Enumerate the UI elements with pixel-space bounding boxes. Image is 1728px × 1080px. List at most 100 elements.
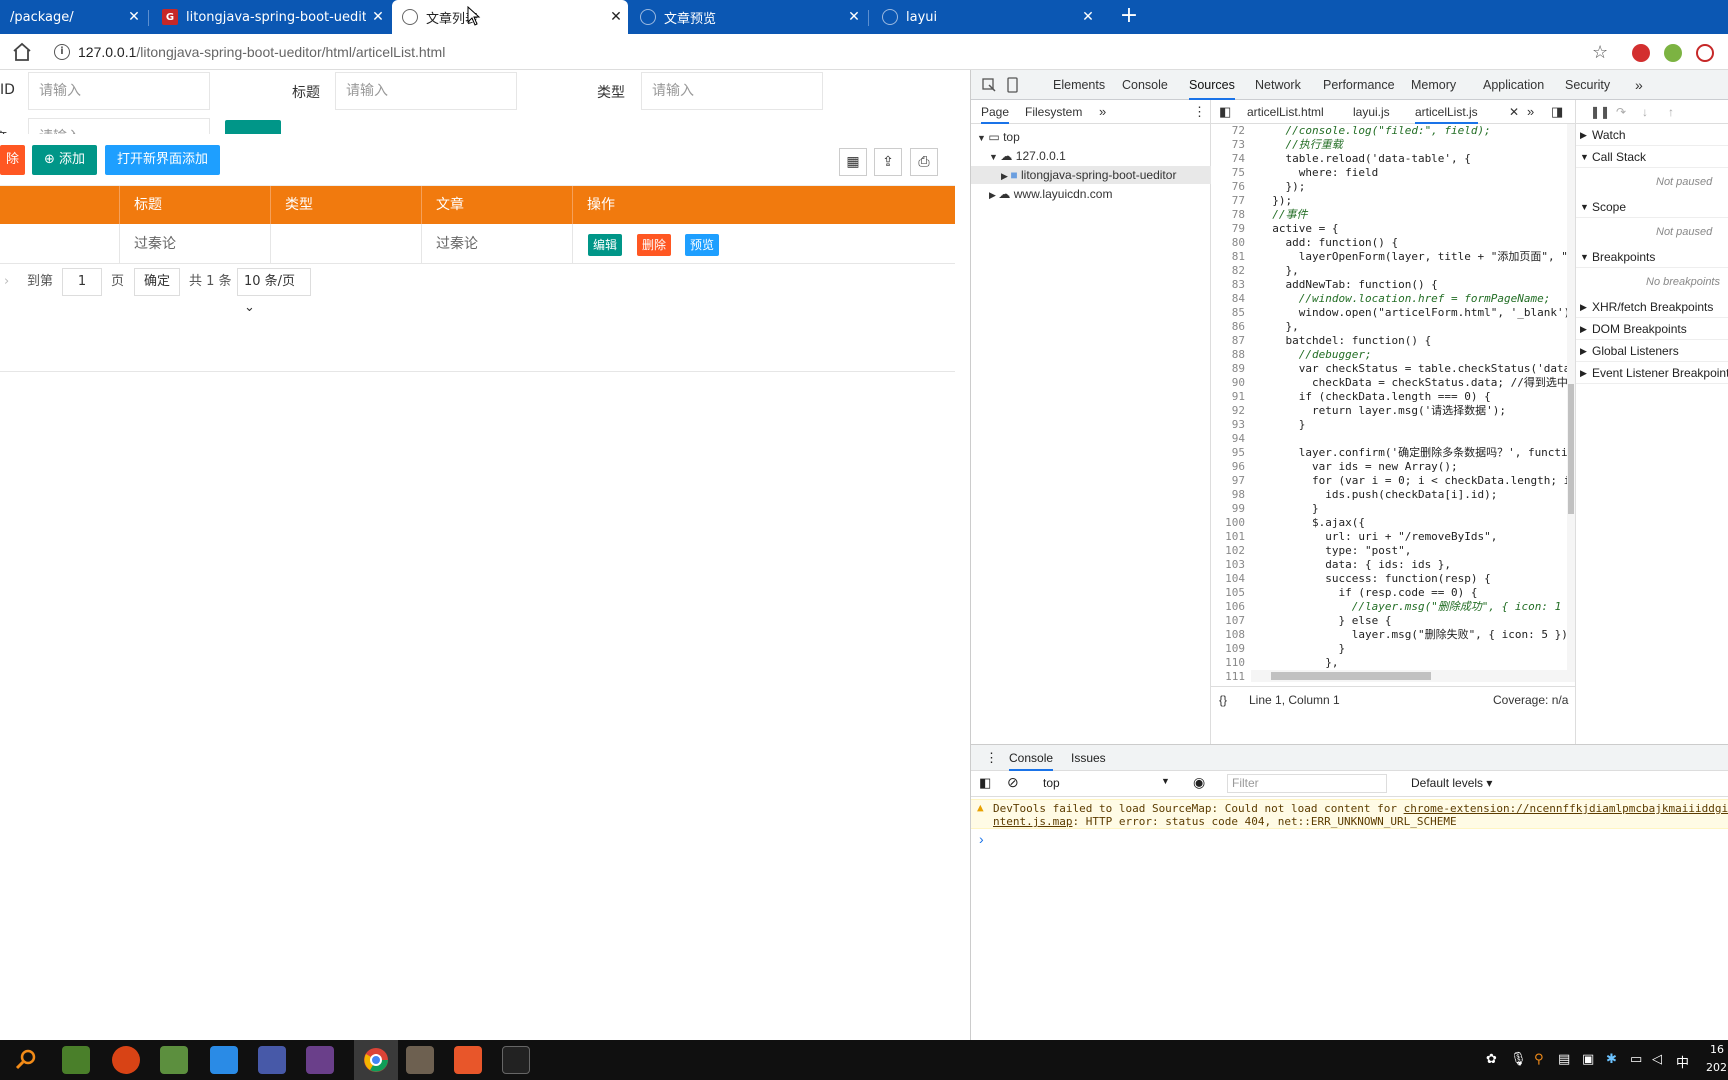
pretty-print-icon[interactable]: {} [1219,687,1227,713]
page-number-input[interactable]: 1 [62,268,102,296]
terminal-app-icon[interactable] [502,1046,530,1074]
tray-app-icon[interactable]: ▤ [1558,1052,1570,1067]
columns-filter-icon[interactable]: ▦ [839,148,867,176]
clock-date[interactable]: 202 [1706,1061,1727,1074]
id-input[interactable]: 请输入 [28,72,210,110]
tray-search-icon[interactable]: ⚲ [1534,1052,1544,1067]
call-stack-section[interactable]: ▼ Call Stack [1576,146,1728,168]
more-tabs-icon[interactable]: » [1527,100,1534,124]
type-input[interactable]: 请输入 [641,72,823,110]
toggle-navigator-icon[interactable]: ◧ [1219,100,1231,124]
browser-tab-package[interactable]: /package/ ✕ [0,0,146,34]
line-number[interactable]: 101 [1211,530,1251,544]
tree-item-host[interactable]: ▼ ☁ 127.0.0.1 [989,147,1066,165]
close-icon[interactable]: ✕ [366,9,390,25]
table-row[interactable]: 过秦论 过秦论 编辑 删除 预览 [0,224,955,264]
column-header-type[interactable]: 类型 [271,186,422,224]
step-over-icon[interactable]: ↷ [1616,100,1626,124]
dolphin-app-icon[interactable] [258,1046,286,1074]
navigator-tab-filesystem[interactable]: Filesystem [1025,100,1082,124]
pause-icon[interactable]: ❚❚ [1590,100,1610,124]
line-number[interactable]: 74 [1211,152,1251,166]
watch-section[interactable]: ▶ Watch [1576,124,1728,146]
browser-tab-article-preview[interactable]: 文章预览 ✕ [630,0,866,34]
add-button[interactable]: ⊕ 添加 [32,145,98,175]
devtools-tab-memory[interactable]: Memory [1411,70,1456,100]
bookmark-star-icon[interactable]: ☆ [1592,42,1608,63]
microphone-icon[interactable]: 🎙 [1510,1052,1527,1067]
line-number[interactable]: 76 [1211,180,1251,194]
editor-tab-layui[interactable]: layui.js [1353,100,1390,124]
drawer-tab-console[interactable]: Console [1009,745,1054,771]
adblock-extension-icon[interactable] [1632,44,1650,62]
line-number[interactable]: 103 [1211,558,1251,572]
line-number[interactable]: 102 [1211,544,1251,558]
editor-tab-html[interactable]: articelList.html [1247,100,1324,124]
line-number[interactable]: 81 [1211,250,1251,264]
line-number[interactable]: 88 [1211,348,1251,362]
devtools-tab-application[interactable]: Application [1483,70,1544,100]
line-number[interactable]: 73 [1211,138,1251,152]
device-toolbar-icon[interactable] [1005,77,1021,93]
line-number[interactable]: 78 [1211,208,1251,222]
browser-tab-layui[interactable]: layui ✕ [872,0,1100,34]
drawer-menu-icon[interactable]: ⋮ [985,750,998,766]
line-number[interactable]: 85 [1211,306,1251,320]
devtools-tab-performance[interactable]: Performance [1323,70,1395,100]
step-out-icon[interactable]: ↑ [1668,100,1674,124]
ime-indicator[interactable]: 中 [1676,1052,1689,1071]
drawer-tab-issues[interactable]: Issues [1071,745,1106,771]
tray-app-icon[interactable]: ▣ [1582,1052,1594,1067]
line-number[interactable]: 84 [1211,292,1251,306]
dom-breakpoints-section[interactable]: ▶ DOM Breakpoints [1576,318,1728,340]
context-select[interactable]: top ▼ [1043,776,1170,790]
warning-link[interactable]: ntent.js.map [993,815,1072,828]
line-number[interactable]: 79 [1211,222,1251,236]
line-number[interactable]: 94 [1211,432,1251,446]
tree-item-top[interactable]: ▼ ▭ top [977,128,1020,146]
export-icon[interactable]: ⇪ [874,148,902,176]
search-icon[interactable] [14,1048,38,1072]
line-number[interactable]: 105 [1211,586,1251,600]
extension-icon[interactable] [1664,44,1682,62]
devtools-tab-network[interactable]: Network [1255,70,1301,100]
warning-link[interactable]: chrome-extension://ncennffkjdiamlpmcbajk… [1404,802,1728,815]
toggle-debugger-icon[interactable]: ◨ [1551,100,1563,124]
tray-app-icon[interactable]: ✿ [1486,1052,1497,1067]
close-icon[interactable]: ✕ [122,9,146,25]
goto-confirm-button[interactable]: 确定 [134,268,180,296]
volume-icon[interactable]: ◁ [1652,1052,1662,1067]
vertical-scrollbar[interactable] [1567,124,1575,682]
line-number[interactable]: 109 [1211,642,1251,656]
editor-tab-js[interactable]: articelList.js [1415,100,1478,124]
line-number[interactable]: 99 [1211,502,1251,516]
line-number[interactable]: 82 [1211,264,1251,278]
next-page-icon[interactable]: › [4,268,9,296]
network-icon[interactable]: ▭ [1630,1052,1642,1067]
console-filter-input[interactable]: Filter [1227,774,1387,793]
code-view[interactable]: 72 73 74 75 76 77 78 79 80 81 82 83 84 85 86 87 88 89 90 91… [1211,124,1567,682]
global-listeners-section[interactable]: ▶ Global Listeners [1576,340,1728,362]
scrollbar-thumb[interactable] [1271,672,1431,680]
snail-app-icon[interactable] [112,1046,140,1074]
more-tabs-icon[interactable]: » [1099,100,1106,124]
eye-icon[interactable]: ◉ [1193,774,1205,791]
line-number[interactable]: 91 [1211,390,1251,404]
extension-icon[interactable] [1696,44,1714,62]
log-levels-select[interactable]: Default levels ▾ [1411,776,1492,790]
close-icon[interactable]: ✕ [1076,9,1100,25]
line-number[interactable]: 87 [1211,334,1251,348]
close-icon[interactable]: ✕ [604,9,628,25]
tree-item-folder[interactable]: ▶ ■ litongjava-spring-boot-ueditor [971,166,1211,184]
delete-button[interactable]: 删除 [637,234,672,256]
column-header-title[interactable]: 标题 [120,186,271,224]
address-bar[interactable]: i 127.0.0.1/litongjava-spring-boot-uedit… [44,38,1674,66]
tree-item-cdn[interactable]: ▶ ☁ www.layuicdn.com [989,185,1112,203]
print-icon[interactable]: ⎙ [910,148,938,176]
preview-button[interactable]: 预览 [685,234,720,256]
devtools-tab-console[interactable]: Console [1122,70,1168,100]
close-icon[interactable]: ✕ [1509,100,1519,124]
line-number[interactable]: 107 [1211,614,1251,628]
info-icon[interactable]: i [54,44,70,60]
bluetooth-icon[interactable]: ✱ [1606,1052,1617,1067]
